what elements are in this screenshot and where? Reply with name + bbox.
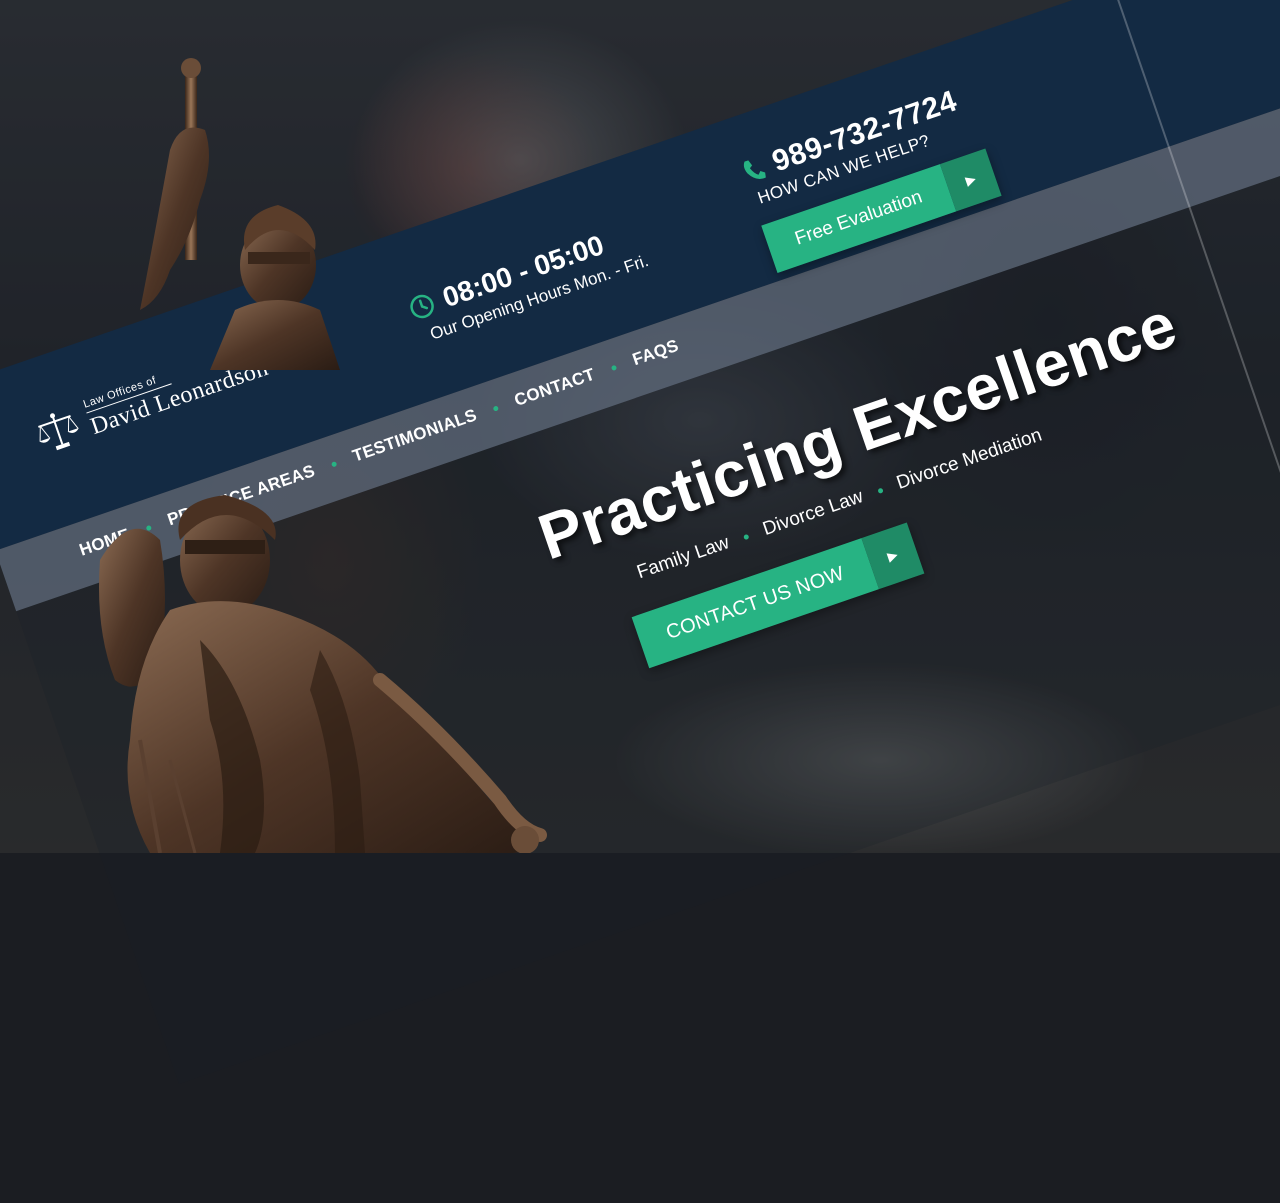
nav-separator <box>610 364 618 371</box>
nav-separator <box>145 524 153 531</box>
tag-separator <box>876 487 884 494</box>
tag-separator <box>743 533 750 540</box>
nav-separator <box>492 404 499 412</box>
nav-separator <box>330 460 338 467</box>
